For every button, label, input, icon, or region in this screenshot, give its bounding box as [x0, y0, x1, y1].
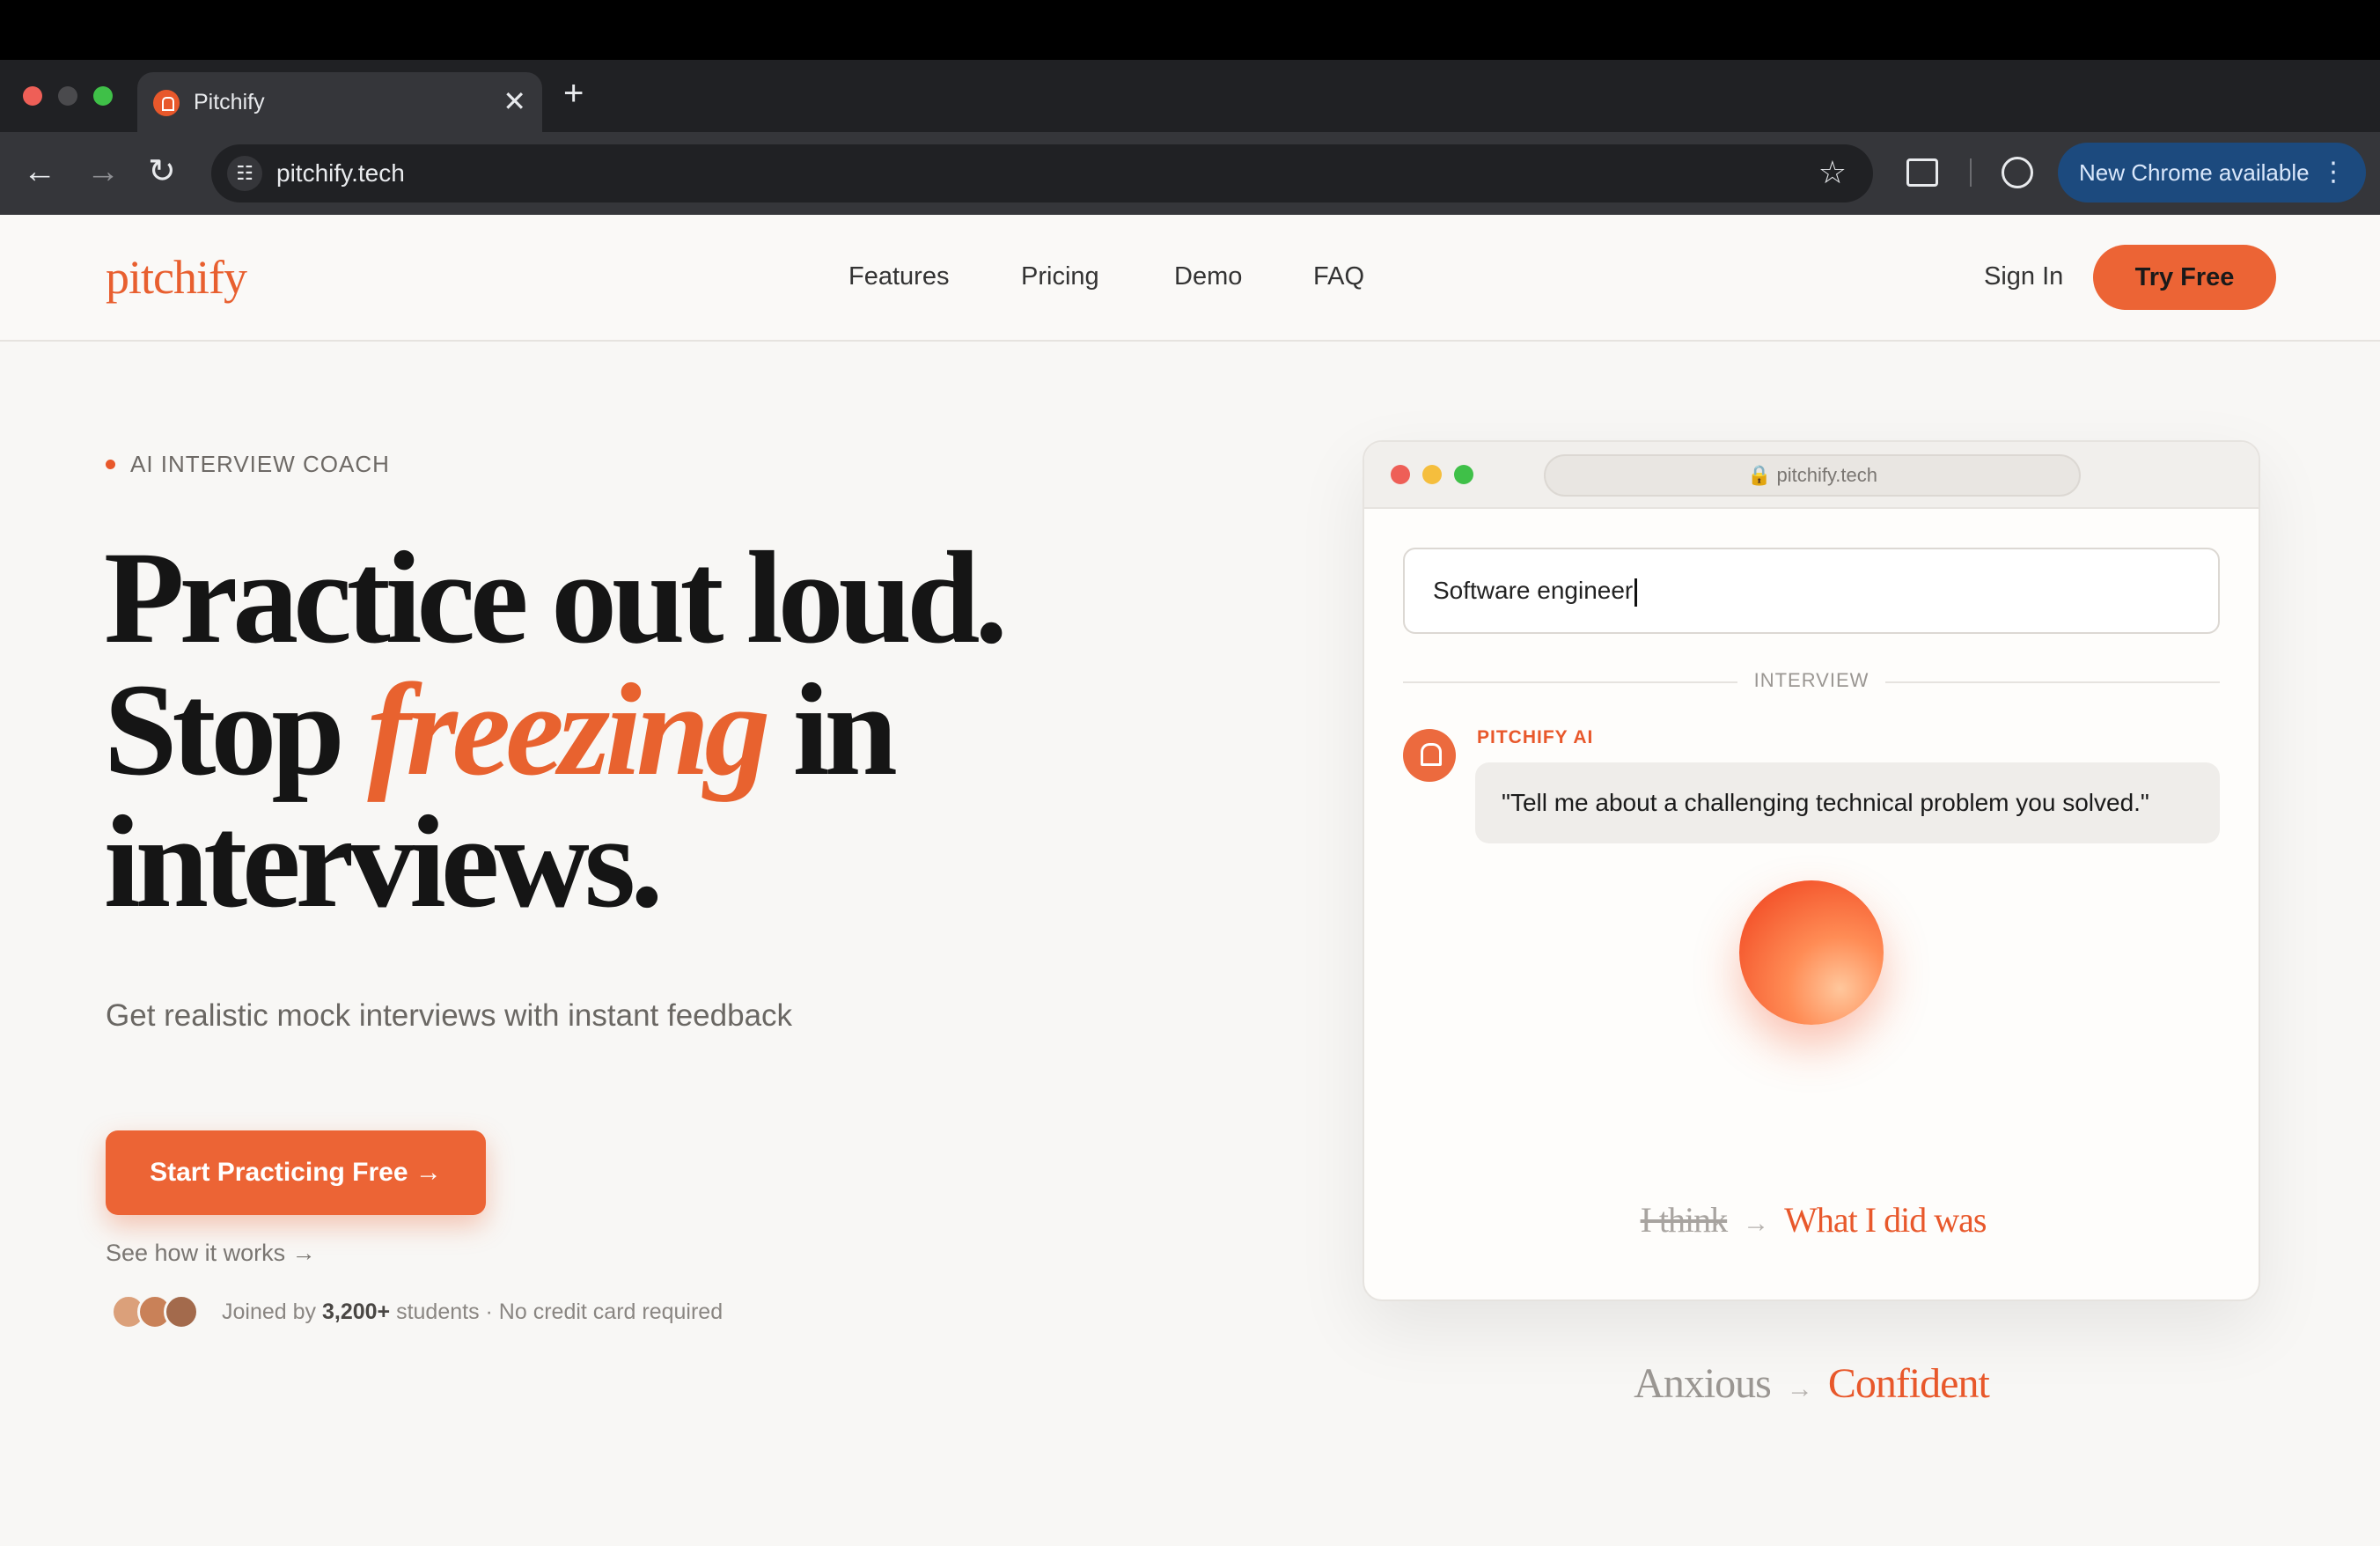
- mock-zoom-dot: [1454, 465, 1473, 484]
- address-url[interactable]: pitchify.tech: [276, 159, 405, 188]
- mock-minimize-dot: [1422, 465, 1442, 484]
- voice-orb[interactable]: [1739, 880, 1884, 1025]
- divider-line-right: [1885, 681, 2220, 683]
- mock-close-dot: [1391, 465, 1410, 484]
- headline-in: in: [765, 657, 898, 803]
- hero-eyebrow: AI INTERVIEW COACH: [130, 451, 390, 477]
- transform-arrow-icon: →: [1786, 1374, 1813, 1403]
- try-free-button[interactable]: Try Free: [2093, 245, 2276, 310]
- interview-divider-label: INTERVIEW: [1753, 669, 1869, 691]
- phrase-reframe: I think → What I did was: [1364, 1199, 2259, 1240]
- role-input[interactable]: Software engineer: [1403, 548, 2220, 634]
- social-proof-post: students · No credit card required: [390, 1299, 724, 1324]
- reframe-from: I think: [1640, 1200, 1729, 1240]
- chrome-update-label: New Chrome available: [2079, 159, 2310, 186]
- reframe-to: What I did was: [1784, 1200, 1987, 1240]
- pitchify-logo[interactable]: pitchify: [106, 250, 247, 305]
- emotion-transform: Anxious → Confident: [1363, 1359, 2260, 1408]
- nav-demo[interactable]: Demo: [1174, 262, 1242, 291]
- nav-pricing[interactable]: Pricing: [1021, 262, 1099, 291]
- eyebrow-dot: [106, 460, 115, 469]
- tab-close-icon[interactable]: ✕: [503, 86, 526, 116]
- site-settings-icon[interactable]: ☷: [227, 156, 262, 191]
- back-arrow-icon[interactable]: ←: [23, 151, 56, 192]
- bookmark-star-icon[interactable]: ☆: [1818, 155, 1847, 190]
- toolbar-separator: [1970, 158, 1972, 187]
- new-tab-button[interactable]: +: [563, 76, 584, 111]
- window-close-button[interactable]: [23, 86, 42, 106]
- site-header: pitchify Features Pricing Demo FAQ Sign …: [0, 215, 2380, 342]
- avatar: [164, 1294, 199, 1329]
- chrome-menu-icon[interactable]: ⋮: [2320, 143, 2347, 202]
- headline-accent-word: freezing: [367, 657, 770, 803]
- social-proof-pre: Joined by: [222, 1299, 322, 1324]
- screen-top-bezel: [0, 0, 2380, 60]
- sign-in-link[interactable]: Sign In: [1984, 262, 2063, 291]
- see-how-it-works-link[interactable]: See how it works →: [106, 1240, 316, 1267]
- divider-line-left: [1403, 681, 1737, 683]
- headline-line-2: Stop freezing in: [104, 664, 1160, 796]
- reframe-arrow-icon: →: [1743, 1209, 1769, 1238]
- chrome-update-button[interactable]: New Chrome available ⋮: [2058, 143, 2366, 202]
- text-caret: [1634, 578, 1638, 607]
- window-zoom-button[interactable]: [93, 86, 113, 106]
- reload-icon[interactable]: ↻: [148, 151, 176, 192]
- webpage: pitchify Features Pricing Demo FAQ Sign …: [0, 215, 2380, 1546]
- nav-faq[interactable]: FAQ: [1313, 262, 1364, 291]
- hero-subhead: Get realistic mock interviews with insta…: [106, 998, 793, 1033]
- mock-window-titlebar: 🔒 pitchify.tech: [1364, 442, 2259, 509]
- headline-line-3: interviews.: [104, 789, 664, 935]
- window-minimize-button[interactable]: [58, 86, 77, 106]
- nav-features[interactable]: Features: [848, 262, 949, 291]
- role-input-value: Software engineer: [1433, 577, 1634, 604]
- start-practicing-button[interactable]: Start Practicing Free →: [106, 1130, 486, 1215]
- browser-toolbar: ← → ↻ ☷ pitchify.tech ☆ New Chrome avail…: [0, 132, 2380, 215]
- headline-stop: Stop: [104, 657, 368, 803]
- ai-user-icon: [1403, 729, 1456, 782]
- browser-tab-bar: Pitchify ✕ +: [0, 60, 2380, 132]
- transform-from: Anxious: [1634, 1360, 1772, 1407]
- tab-title: Pitchify: [194, 90, 265, 114]
- headline-line-1: Practice out loud.: [104, 525, 1008, 671]
- ai-speaker-label: PITCHIFY AI: [1477, 727, 1594, 747]
- profile-icon[interactable]: [2002, 157, 2033, 188]
- student-count: 3,200+: [321, 1299, 391, 1324]
- pitchify-favicon-icon: [153, 90, 180, 116]
- browser-tab-pitchify[interactable]: Pitchify ✕: [137, 72, 542, 132]
- social-proof: Joined by 3,200+ students · No credit ca…: [222, 1299, 723, 1325]
- ai-question-bubble: "Tell me about a challenging technical p…: [1475, 762, 2220, 843]
- google-lens-icon[interactable]: [1906, 158, 1938, 187]
- hero-headline: Practice out loud. Stop freezing in inte…: [104, 532, 1160, 928]
- address-bar[interactable]: ☷ pitchify.tech ☆: [211, 144, 1873, 202]
- transform-to: Confident: [1827, 1360, 1990, 1407]
- demo-mock-window: 🔒 pitchify.tech Software engineer INTERV…: [1363, 440, 2260, 1301]
- mock-address-bar: 🔒 pitchify.tech: [1544, 454, 2081, 497]
- forward-arrow-icon[interactable]: →: [86, 151, 120, 192]
- student-avatars: [111, 1294, 202, 1329]
